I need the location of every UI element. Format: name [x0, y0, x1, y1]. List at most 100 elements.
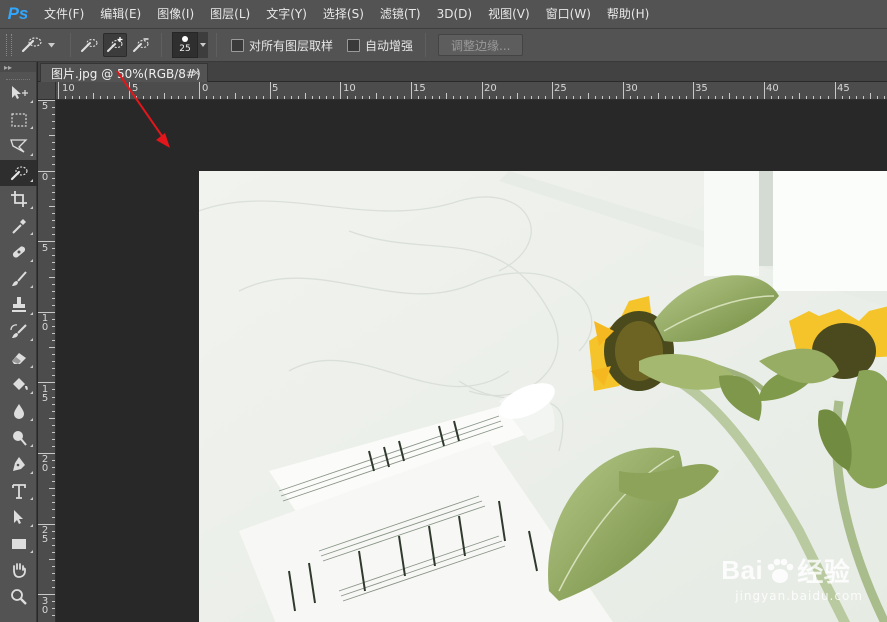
move-icon	[11, 86, 28, 100]
tool-dodge[interactable]	[0, 425, 37, 452]
menu-filter[interactable]: 滤镜(T)	[372, 0, 429, 28]
ruler-label: 5	[41, 243, 49, 254]
hand-icon	[12, 563, 26, 579]
divider	[216, 33, 217, 57]
menu-select[interactable]: 选择(S)	[315, 0, 372, 28]
ruler-label: 25	[554, 83, 567, 94]
polygonal-lasso-icon	[9, 139, 28, 153]
brush-icon	[11, 271, 27, 286]
dodge-icon	[12, 430, 27, 446]
ruler-label: 5	[41, 101, 49, 112]
ruler-label: 30	[41, 596, 49, 616]
vertical-ruler[interactable]: 5 0 5 10 15 20 25 30	[38, 100, 56, 622]
rectangular-marquee-icon	[10, 113, 27, 127]
watermark-url: jingyan.baidu.com	[735, 589, 863, 603]
tool-healing-brush[interactable]	[0, 239, 37, 266]
ruler-origin[interactable]	[38, 82, 56, 100]
tool-preset-picker[interactable]	[20, 32, 64, 58]
menu-image[interactable]: 图像(I)	[149, 0, 202, 28]
tool-pen[interactable]	[0, 451, 37, 478]
eyedropper-icon	[11, 218, 26, 234]
photoshop-logo: Ps	[7, 4, 29, 23]
watermark-main: Bai 经验	[721, 555, 851, 587]
tool-quick-selection[interactable]	[0, 159, 37, 186]
auto-enhance-checkbox[interactable]	[347, 38, 361, 52]
stamp-icon	[11, 297, 26, 313]
tool-crop[interactable]	[0, 186, 37, 213]
tool-marquee[interactable]	[0, 107, 37, 134]
ruler-label: 5	[272, 83, 279, 94]
tool-history-brush[interactable]	[0, 319, 37, 346]
menu-window[interactable]: 窗口(W)	[538, 0, 599, 28]
ruler-label: 45	[837, 83, 850, 94]
auto-enhance-option[interactable]: 自动增强	[347, 37, 413, 54]
tools-collapse-button[interactable]: ▸▸	[0, 62, 36, 72]
menu-help[interactable]: 帮助(H)	[599, 0, 657, 28]
tool-blur[interactable]	[0, 398, 37, 425]
tool-eyedropper[interactable]	[0, 213, 37, 240]
menu-edit[interactable]: 编辑(E)	[92, 0, 149, 28]
brush-dropdown[interactable]	[198, 32, 208, 58]
menu-file[interactable]: 文件(F)	[36, 0, 92, 28]
divider	[425, 33, 427, 57]
divider	[161, 33, 162, 57]
document-image[interactable]: Bai 经验 jingyan.baidu.com	[199, 171, 887, 622]
tool-paint-bucket[interactable]	[0, 372, 37, 399]
brush-size-preview[interactable]: 25	[172, 32, 198, 58]
ruler-label: 15	[413, 83, 426, 94]
tool-path-selection[interactable]	[0, 504, 37, 531]
tool-hand[interactable]	[0, 557, 37, 584]
tool-clone-stamp[interactable]	[0, 292, 37, 319]
tools-panel: ▸▸	[0, 62, 37, 622]
ruler-label: 0	[41, 172, 49, 183]
brush-subtract-icon	[133, 38, 149, 52]
subtract-from-selection-button[interactable]	[129, 33, 153, 57]
options-bar: 25 对所有图层取样 自动增强 调整边缘...	[0, 28, 887, 62]
type-icon	[11, 483, 26, 499]
menu-bar: Ps 文件(F) 编辑(E) 图像(I) 图层(L) 文字(Y) 选择(S) 滤…	[0, 0, 887, 28]
chevron-down-icon	[48, 42, 55, 47]
paint-bucket-icon	[12, 377, 28, 390]
tool-type[interactable]	[0, 478, 37, 505]
tool-move[interactable]	[0, 80, 37, 107]
tool-eraser[interactable]	[0, 345, 37, 372]
auto-enhance-label: 自动增强	[365, 38, 414, 53]
tool-zoom[interactable]	[0, 584, 37, 611]
ruler-label: 20	[41, 454, 49, 474]
crop-icon	[10, 191, 27, 208]
document-tab-strip: 图片.jpg @ 50%(RGB/8#) ×	[38, 62, 887, 82]
brush-size-value: 25	[179, 44, 191, 54]
menu-view[interactable]: 视图(V)	[480, 0, 538, 28]
refine-edge-button[interactable]: 调整边缘...	[438, 34, 524, 56]
sample-all-layers-option[interactable]: 对所有图层取样	[231, 37, 333, 54]
add-to-selection-button[interactable]	[103, 33, 127, 57]
ruler-label: 15	[41, 384, 49, 404]
drop-icon	[13, 404, 24, 420]
menu-type[interactable]: 文字(Y)	[258, 0, 315, 28]
divider	[70, 33, 71, 57]
sample-all-layers-checkbox[interactable]	[231, 38, 244, 52]
horizontal-ruler[interactable]: 10 5 0 5 10 15 20 25 30 35 40 45	[56, 82, 887, 100]
close-icon[interactable]: ×	[192, 66, 201, 79]
ruler-label: 40	[766, 83, 779, 94]
new-selection-button[interactable]	[77, 33, 101, 57]
brush-picker[interactable]: 25	[172, 32, 210, 58]
tool-brush[interactable]	[0, 266, 37, 293]
canvas-area[interactable]: Bai 经验 jingyan.baidu.com	[56, 100, 887, 622]
chevron-down-icon	[200, 43, 206, 47]
tool-lasso[interactable]	[0, 133, 37, 160]
document-tab-title: 图片.jpg @ 50%(RGB/8#)	[51, 66, 201, 81]
options-bar-grip[interactable]	[6, 34, 12, 56]
ruler-label: 0	[202, 83, 209, 94]
sample-all-layers-label: 对所有图层取样	[249, 38, 334, 53]
tools-grip[interactable]	[6, 72, 30, 80]
ruler-label: 35	[695, 83, 708, 94]
tool-rectangle[interactable]	[0, 531, 37, 558]
ruler-label: 25	[41, 525, 49, 545]
document-tab[interactable]: 图片.jpg @ 50%(RGB/8#) ×	[40, 63, 208, 82]
menu-layer[interactable]: 图层(L)	[202, 0, 258, 28]
menu-3d[interactable]: 3D(D)	[429, 0, 480, 28]
ruler-label: 30	[625, 83, 638, 94]
path-selection-icon	[13, 510, 23, 525]
rectangle-shape-icon	[11, 538, 26, 549]
